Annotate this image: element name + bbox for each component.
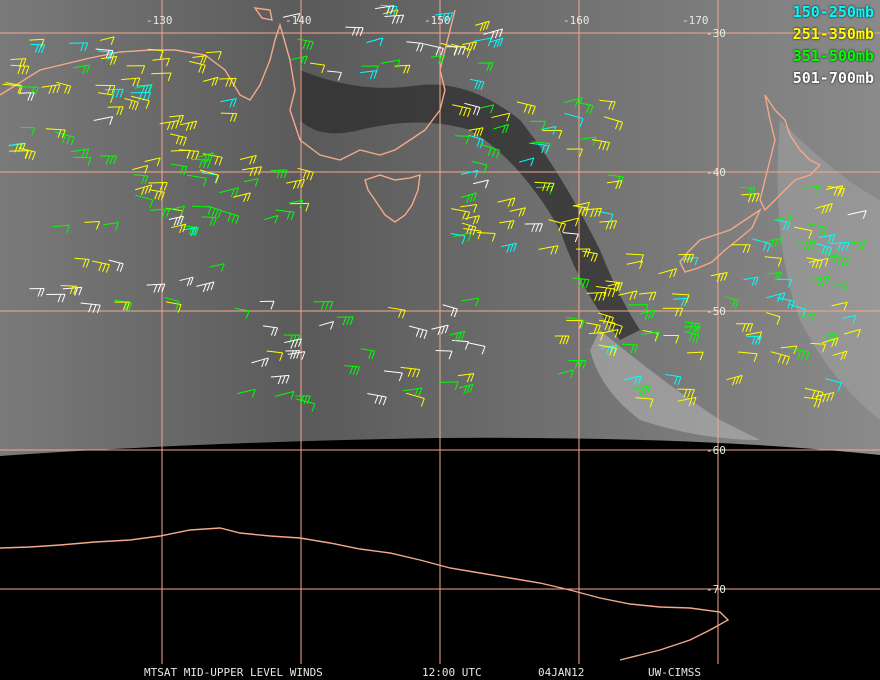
timestamp: 12:00 UTC: [422, 666, 482, 679]
lat-label: -40: [706, 166, 726, 179]
lat-label: -30: [706, 27, 726, 40]
satellite-wind-map: -130 -140 -150 -160 -170 -30 -40 -50 -60…: [0, 0, 880, 680]
lon-label: -140: [285, 14, 312, 27]
product-title: MTSAT MID-UPPER LEVEL WINDS: [144, 666, 323, 679]
lat-label: -50: [706, 305, 726, 318]
lat-label: -60: [706, 444, 726, 457]
footer-caption: MTSAT MID-UPPER LEVEL WINDS 12:00 UTC 04…: [0, 664, 880, 680]
lon-label: -150: [424, 14, 451, 27]
source-credit: UW-CIMSS: [648, 666, 701, 679]
lat-label: -70: [706, 583, 726, 596]
legend-item-351-500mb: 351-500mb: [792, 47, 874, 65]
lon-label: -170: [682, 14, 709, 27]
legend-item-501-700mb: 501-700mb: [792, 69, 874, 87]
lon-label: -130: [146, 14, 173, 27]
date: 04JAN12: [538, 666, 585, 679]
legend-item-251-350mb: 251-350mb: [792, 25, 874, 43]
map-canvas: -130 -140 -150 -160 -170 -30 -40 -50 -60…: [0, 0, 880, 664]
lon-label: -160: [563, 14, 590, 27]
legend-item-150-250mb: 150-250mb: [792, 3, 874, 21]
antarctica-coast: [0, 527, 730, 661]
